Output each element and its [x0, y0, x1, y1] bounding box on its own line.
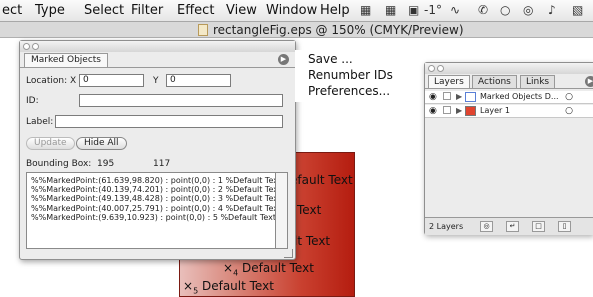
- wifi-icon[interactable]: ◎: [523, 3, 533, 17]
- menu-view[interactable]: View: [226, 3, 257, 18]
- zoom-icon[interactable]: [32, 43, 39, 50]
- layers-footer: 2 Layers ◎ ↵ □ ▯: [425, 217, 593, 235]
- menu-effect[interactable]: Effect: [177, 3, 214, 18]
- tab-divider: [20, 67, 295, 68]
- tab-marked-objects[interactable]: Marked Objects: [24, 53, 108, 67]
- panel-menu-icon[interactable]: ▶: [278, 54, 289, 65]
- layer-list: ◉ ▶ Marked Objects D... ○ ◉ ▶ Layer 1 ○: [425, 89, 593, 217]
- layer-thumbnail: [465, 106, 476, 116]
- hide-all-button[interactable]: Hide All: [76, 137, 127, 150]
- location-y-label: Y: [153, 76, 159, 86]
- id-label: ID:: [26, 96, 39, 106]
- menu-window[interactable]: Window: [266, 3, 317, 18]
- marker-index: 4: [233, 268, 239, 278]
- tab-layers[interactable]: Layers: [428, 75, 470, 88]
- script-icon[interactable]: ▦: [360, 3, 371, 17]
- eye-icon[interactable]: ◉: [429, 106, 437, 116]
- document-icon: [198, 24, 208, 36]
- bounding-box-width: 195: [97, 159, 115, 169]
- menu-select[interactable]: Select: [84, 3, 124, 18]
- marker-text: Default Text: [201, 279, 274, 293]
- location-y-field[interactable]: 0: [166, 74, 231, 87]
- document-title: rectangleFig.eps @ 150% (CMYK/Preview): [213, 23, 464, 37]
- layer-name[interactable]: Marked Objects D...: [480, 92, 559, 101]
- menu-help[interactable]: Help: [320, 3, 350, 18]
- marker-index: 5: [193, 286, 199, 296]
- marked-point-5[interactable]: ×5 Default Text: [183, 279, 274, 295]
- x-mark-icon: ×: [223, 261, 234, 275]
- list-scrollbar[interactable]: [276, 172, 288, 249]
- list-item[interactable]: %%MarkedPoint:(61.639,98.820) : point(0,…: [31, 176, 275, 185]
- target-icon[interactable]: ○: [565, 106, 573, 116]
- layer-name[interactable]: Layer 1: [480, 106, 510, 115]
- lock-toggle[interactable]: [443, 92, 451, 100]
- tab-links[interactable]: Links: [520, 75, 556, 88]
- marked-text-3[interactable]: lt Text: [294, 234, 330, 248]
- document-titlebar: rectangleFig.eps @ 150% (CMYK/Preview): [0, 22, 593, 38]
- id-field[interactable]: [79, 94, 283, 107]
- tab-actions[interactable]: Actions: [472, 75, 517, 88]
- x-mark-icon: ×: [183, 279, 194, 293]
- layer-row-marked-objects[interactable]: ◉ ▶ Marked Objects D... ○: [425, 91, 593, 104]
- layer-thumbnail: [465, 92, 476, 102]
- squiggle-icon[interactable]: ∿: [450, 3, 460, 17]
- menu-item-preferences[interactable]: Preferences...: [308, 84, 390, 98]
- update-button[interactable]: Update: [26, 137, 75, 150]
- label-field[interactable]: [55, 115, 283, 128]
- eye-icon[interactable]: ◉: [429, 92, 437, 102]
- target-icon[interactable]: ○: [565, 92, 573, 102]
- panel-titlebar[interactable]: [20, 41, 295, 52]
- volume-icon[interactable]: ♪: [548, 3, 556, 17]
- bounding-box-label: Bounding Box:: [26, 159, 92, 169]
- bounding-box-height: 117: [153, 159, 171, 169]
- marked-points-list[interactable]: %%MarkedPoint:(61.639,98.820) : point(0,…: [26, 172, 276, 249]
- menu-type[interactable]: Type: [35, 3, 65, 18]
- close-icon[interactable]: [428, 65, 435, 72]
- expand-triangle-icon[interactable]: ▶: [456, 106, 462, 115]
- list-item[interactable]: %%MarkedPoint:(9.639,10.923) : point(0,0…: [31, 213, 275, 222]
- expand-triangle-icon[interactable]: ▶: [456, 92, 462, 101]
- marked-text-2[interactable]: Text: [297, 203, 321, 217]
- marked-objects-panel: Marked Objects ▶ Location: X 0 Y 0 ID: L…: [19, 40, 296, 260]
- marked-text-1[interactable]: efault Text: [290, 173, 353, 187]
- angle-readout: -1°: [424, 3, 442, 17]
- close-icon[interactable]: [23, 43, 30, 50]
- panel-menu-icon[interactable]: ▶: [585, 76, 593, 87]
- layer-count: 2 Layers: [429, 222, 464, 231]
- calendar-icon[interactable]: ▦: [385, 3, 396, 17]
- monitor-icon[interactable]: ▣: [408, 3, 419, 17]
- phone-icon[interactable]: ✆: [478, 3, 488, 17]
- circle-icon[interactable]: ○: [500, 3, 510, 17]
- panel-popup-menu: Save ... Renumber IDs Preferences...: [295, 50, 395, 102]
- location-x-label: Location: X: [26, 76, 77, 86]
- menu-item-save[interactable]: Save ...: [308, 52, 353, 66]
- battery-icon[interactable]: ▧: [572, 3, 583, 17]
- make-clipping-mask-icon[interactable]: ◎: [480, 221, 493, 232]
- menu-filter[interactable]: Filter: [131, 3, 163, 18]
- marker-text: Default Text: [241, 261, 314, 275]
- layers-panel: Layers Actions Links ▶ ◉ ▶ Marked Object…: [424, 62, 593, 235]
- delete-layer-icon[interactable]: ▯: [558, 221, 571, 232]
- list-item[interactable]: %%MarkedPoint:(40.139,74.201) : point(0,…: [31, 185, 275, 194]
- menu-bar: ect Type Select Filter Effect View Windo…: [0, 0, 593, 22]
- lock-toggle[interactable]: [443, 106, 451, 114]
- zoom-icon[interactable]: [437, 65, 444, 72]
- create-sublayer-icon[interactable]: ↵: [506, 221, 519, 232]
- marked-point-4[interactable]: ×4 Default Text: [223, 261, 314, 277]
- location-x-field[interactable]: 0: [79, 74, 144, 87]
- resize-handle[interactable]: [284, 249, 293, 258]
- menu-item-renumber-ids[interactable]: Renumber IDs: [308, 68, 393, 82]
- layer-row-layer-1[interactable]: ◉ ▶ Layer 1 ○: [425, 105, 593, 118]
- new-layer-icon[interactable]: □: [532, 221, 545, 232]
- menu-edit[interactable]: ect: [2, 3, 22, 18]
- list-item[interactable]: %%MarkedPoint:(49.139,48.428) : point(0,…: [31, 194, 275, 203]
- panel-titlebar[interactable]: [425, 63, 593, 74]
- label-label: Label:: [26, 117, 54, 127]
- list-item[interactable]: %%MarkedPoint:(40.007,25.791) : point(0,…: [31, 204, 275, 213]
